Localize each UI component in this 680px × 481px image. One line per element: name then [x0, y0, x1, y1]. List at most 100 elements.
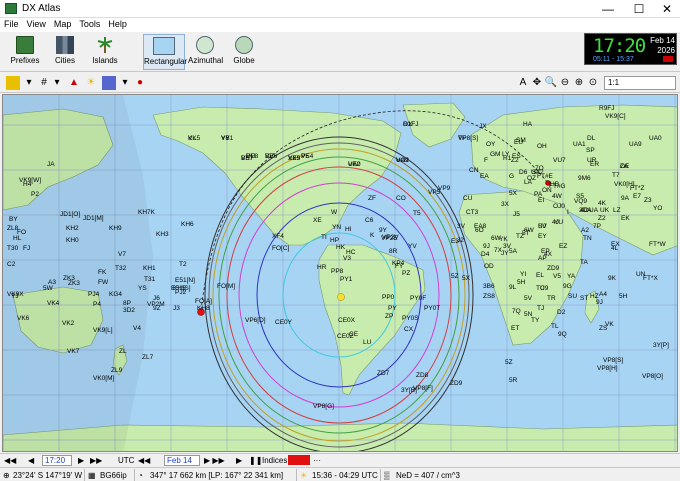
zoom-out-icon[interactable]: ⊖ [558, 76, 572, 90]
prefix-label: Z3 [644, 197, 652, 204]
menu-tools[interactable]: Tools [75, 18, 104, 29]
close-button[interactable]: ✕ [652, 0, 680, 18]
nav-play-icon[interactable]: ▶ [236, 455, 242, 466]
status-coordinates: 23°24' S 147°19' W [13, 471, 83, 480]
grid-icon[interactable]: # [37, 76, 51, 90]
prefix-label: FO[C] [272, 245, 290, 252]
prefix-label: EI [538, 197, 545, 204]
nav-time-field[interactable]: 17:20 [42, 455, 72, 466]
title-bar: DX Atlas — ☐ ✕ [0, 0, 680, 18]
world-map[interactable]: KL VY1 VE8 VE7 VE6 VE5 VE4 VE2 VO2 OX TF JX OY GM SM OH… [2, 94, 678, 452]
prefix-label: TA [580, 259, 588, 266]
globe-label: Globe [233, 56, 255, 65]
globe-button[interactable]: Globe [230, 34, 258, 70]
nav-date-next-icon[interactable]: ▶ ▶▶ [204, 455, 225, 466]
prefix-label: 9Q [558, 331, 567, 338]
nav-pause-icon[interactable]: ❚❚ [249, 455, 262, 466]
terminator-shadow [3, 95, 153, 451]
prefix-label: EU [514, 139, 524, 146]
menu-view[interactable]: View [23, 18, 50, 29]
overlay-icon[interactable] [102, 76, 116, 90]
prefix-label: SU [568, 293, 578, 300]
prefix-label: HA [523, 121, 533, 128]
prefixes-button[interactable]: Prefixes [8, 34, 42, 70]
prefix-label: VP8[S] [603, 357, 624, 364]
dropdown-arrow-icon[interactable]: ▾ [118, 76, 132, 90]
dx-atlas-app-icon [5, 3, 17, 14]
prefix-label: W [331, 209, 338, 216]
nav-step-forward-icon[interactable]: ▶ [78, 455, 84, 466]
prefix-label: JY [501, 250, 509, 257]
prefix-label: TR [547, 295, 556, 302]
dropdown-arrow-icon[interactable]: ▾ [22, 76, 36, 90]
prefix-label: C2 [7, 261, 16, 268]
zoom-level-field[interactable]: 1:1 [604, 76, 676, 90]
azimuthal-button[interactable]: Azimuthal [188, 34, 223, 70]
islands-button[interactable]: Islands [88, 34, 122, 70]
zoom-icon[interactable]: 🔍 [544, 76, 558, 90]
indices-indicator[interactable] [288, 455, 310, 465]
rectangular-button[interactable]: Rectangular [143, 34, 187, 70]
prefix-label: UA1 [573, 141, 586, 148]
prefix-label: UJ [538, 223, 546, 230]
maximize-button[interactable]: ☐ [624, 0, 654, 18]
nav-date-prev-icon[interactable]: ◀◀ [138, 455, 150, 466]
zoom-fit-icon[interactable]: ⊙ [586, 76, 600, 90]
prefix-label: OD [484, 263, 494, 270]
prefix-label: 5W [43, 285, 53, 292]
dropdown-arrow-icon[interactable]: ▾ [50, 76, 64, 90]
prefix-label: ZS8 [483, 293, 495, 300]
nav-next-icon[interactable]: ▶▶ [90, 455, 102, 466]
prefix-label: A3 [48, 279, 56, 286]
prefix-label: YN [332, 224, 342, 231]
prefix-label: PY0T [424, 305, 441, 312]
prefix-label: PY1 [340, 276, 353, 283]
prefix-label: CT3 [466, 209, 479, 216]
prefix-label: S5 [576, 193, 584, 200]
prefix-label: VU7 [553, 157, 566, 164]
menu-map[interactable]: Map [50, 18, 76, 29]
window-title: DX Atlas [22, 3, 61, 14]
clock-date: Feb 14 2026 [647, 36, 675, 56]
islands-label: Islands [92, 56, 118, 65]
prefix-label: VK4 [47, 300, 60, 307]
prefix-label: JX [479, 123, 487, 130]
prefix-label: KH3 [156, 231, 169, 238]
prefix-label: HP [330, 237, 340, 244]
prefix-label: T32 [115, 265, 127, 272]
prefix-label: V4 [133, 325, 141, 332]
prefix-label: ZP [385, 313, 394, 320]
prefix-label: UR [587, 157, 597, 164]
prefix-label: OJ0 [553, 203, 565, 210]
status-divider [84, 469, 85, 481]
prefix-label: LZ [613, 207, 621, 214]
minimize-button[interactable]: — [593, 0, 623, 18]
nav-date-field[interactable]: Feb 14 [164, 455, 200, 466]
prefix-label: YA [567, 273, 576, 280]
nav-prev-icon[interactable]: ◀◀ [4, 455, 16, 466]
prefix-label: 9G [563, 283, 572, 290]
prefix-label: 5Z [451, 273, 459, 280]
prefix-label: YJ [11, 293, 19, 300]
indices-more-icon[interactable]: ··· [313, 455, 321, 466]
prefix-label: YS [138, 285, 147, 292]
text-tool-icon[interactable]: A [516, 76, 530, 90]
sun-icon[interactable]: ☀ [84, 76, 98, 90]
prefix-label: Z2 [598, 215, 606, 222]
menu-file[interactable]: File [0, 18, 23, 29]
zoom-in-icon[interactable]: ⊕ [572, 76, 586, 90]
bell-icon[interactable]: ▲ [67, 76, 81, 90]
prefix-label: VP5 [428, 189, 441, 196]
status-ionosphere: NeD = 407 / cm^3 [396, 471, 461, 480]
nav-step-back-icon[interactable]: ◀ [28, 455, 34, 466]
menu-help[interactable]: Help [104, 18, 131, 29]
pan-icon[interactable]: ✥ [530, 76, 544, 90]
prefix-label: 7Q [512, 308, 521, 315]
cities-button[interactable]: Cities [50, 34, 80, 70]
pin-icon[interactable]: ● [133, 76, 147, 90]
prefix-label: G [509, 173, 515, 180]
prefix-label: UA9 [396, 157, 409, 164]
label-tool-icon[interactable] [6, 76, 20, 90]
prefix-label: 4W [552, 193, 562, 200]
prefix-label: VP8[H] [597, 365, 618, 372]
